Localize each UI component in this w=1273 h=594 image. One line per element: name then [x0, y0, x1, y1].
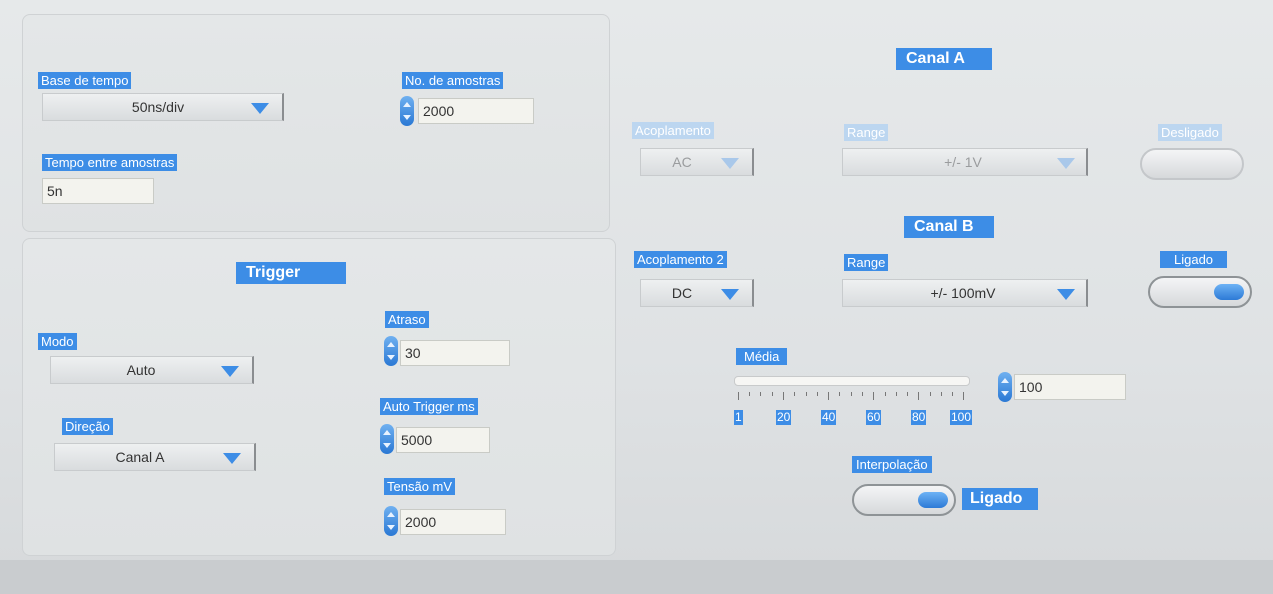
interpolacao-toggle[interactable]: [852, 484, 956, 516]
tensao-stepper[interactable]: [384, 506, 398, 536]
trigger-panel: [22, 238, 616, 556]
canal-b-state-label: Ligado: [1160, 251, 1228, 268]
acoplamento-a-select[interactable]: AC: [640, 148, 754, 176]
range-b-label: Range: [844, 254, 889, 271]
chevron-down-icon: [721, 158, 739, 169]
chevron-down-icon: [221, 366, 239, 377]
direcao-select[interactable]: Canal A: [54, 443, 256, 471]
canal-a-state-label: Desligado: [1158, 124, 1222, 141]
direcao-value: Canal A: [115, 449, 165, 465]
trigger-title: Trigger: [236, 262, 346, 284]
num-amostras-input[interactable]: 2000: [418, 98, 534, 124]
canal-a-toggle[interactable]: [1140, 148, 1244, 180]
chevron-down-icon: [1057, 158, 1075, 169]
media-tick-label: 40: [821, 410, 837, 425]
bottom-bar: [0, 560, 1273, 594]
chevron-down-icon: [251, 103, 269, 114]
media-tick-label: 60: [866, 410, 882, 425]
acoplamento-b-value: DC: [671, 285, 693, 301]
tempo-entre-label: Tempo entre amostras: [42, 154, 178, 171]
toggle-knob: [918, 492, 948, 508]
chevron-down-icon: [223, 453, 241, 464]
direcao-label: Direção: [62, 418, 113, 435]
chevron-down-icon: [721, 289, 739, 300]
atraso-input[interactable]: 30: [400, 340, 510, 366]
tensao-label: Tensão mV: [384, 478, 456, 495]
base-tempo-value: 50ns/div: [131, 99, 185, 115]
auto-trigger-label: Auto Trigger ms: [380, 398, 478, 415]
chevron-down-icon: [1057, 289, 1075, 300]
atraso-stepper[interactable]: [384, 336, 398, 366]
range-a-label: Range: [844, 124, 889, 141]
range-a-value: +/- 1V: [944, 154, 982, 170]
toggle-knob: [1214, 284, 1244, 300]
media-slider[interactable]: [734, 376, 970, 386]
media-slider-ticks: [738, 392, 964, 404]
canal-b-title: Canal B: [904, 216, 994, 238]
modo-value: Auto: [126, 362, 156, 378]
media-label: Média: [736, 348, 788, 365]
interpolacao-state-label: Ligado: [962, 488, 1039, 510]
base-tempo-select[interactable]: 50ns/div: [42, 93, 284, 121]
media-tick-label: 1: [734, 410, 743, 425]
media-tick-label: 100: [950, 410, 973, 425]
acoplamento-b-label: Acoplamento 2: [634, 251, 727, 268]
media-stepper[interactable]: [998, 372, 1012, 402]
tempo-entre-field: 5n: [42, 178, 154, 204]
media-tick-label: 20: [776, 410, 792, 425]
canal-a-title: Canal A: [896, 48, 992, 70]
range-a-select[interactable]: +/- 1V: [842, 148, 1088, 176]
num-amostras-label: No. de amostras: [402, 72, 504, 89]
interpolacao-label: Interpolação: [852, 456, 932, 473]
base-tempo-label: Base de tempo: [38, 72, 132, 89]
auto-trigger-stepper[interactable]: [380, 424, 394, 454]
modo-select[interactable]: Auto: [50, 356, 254, 384]
auto-trigger-input[interactable]: 5000: [396, 427, 490, 453]
acoplamento-a-label: Acoplamento: [632, 122, 714, 139]
num-amostras-stepper[interactable]: [400, 96, 414, 126]
atraso-label: Atraso: [385, 311, 429, 328]
acoplamento-a-value: AC: [672, 154, 692, 170]
range-b-value: +/- 100mV: [930, 285, 996, 301]
acoplamento-b-select[interactable]: DC: [640, 279, 754, 307]
tensao-input[interactable]: 2000: [400, 509, 506, 535]
instrument-screen: Base de tempo 50ns/div No. de amostras 2…: [0, 0, 1273, 594]
range-b-select[interactable]: +/- 100mV: [842, 279, 1088, 307]
canal-b-toggle[interactable]: [1148, 276, 1252, 308]
media-input[interactable]: 100: [1014, 374, 1126, 400]
modo-label: Modo: [38, 333, 77, 350]
media-tick-label: 80: [911, 410, 927, 425]
